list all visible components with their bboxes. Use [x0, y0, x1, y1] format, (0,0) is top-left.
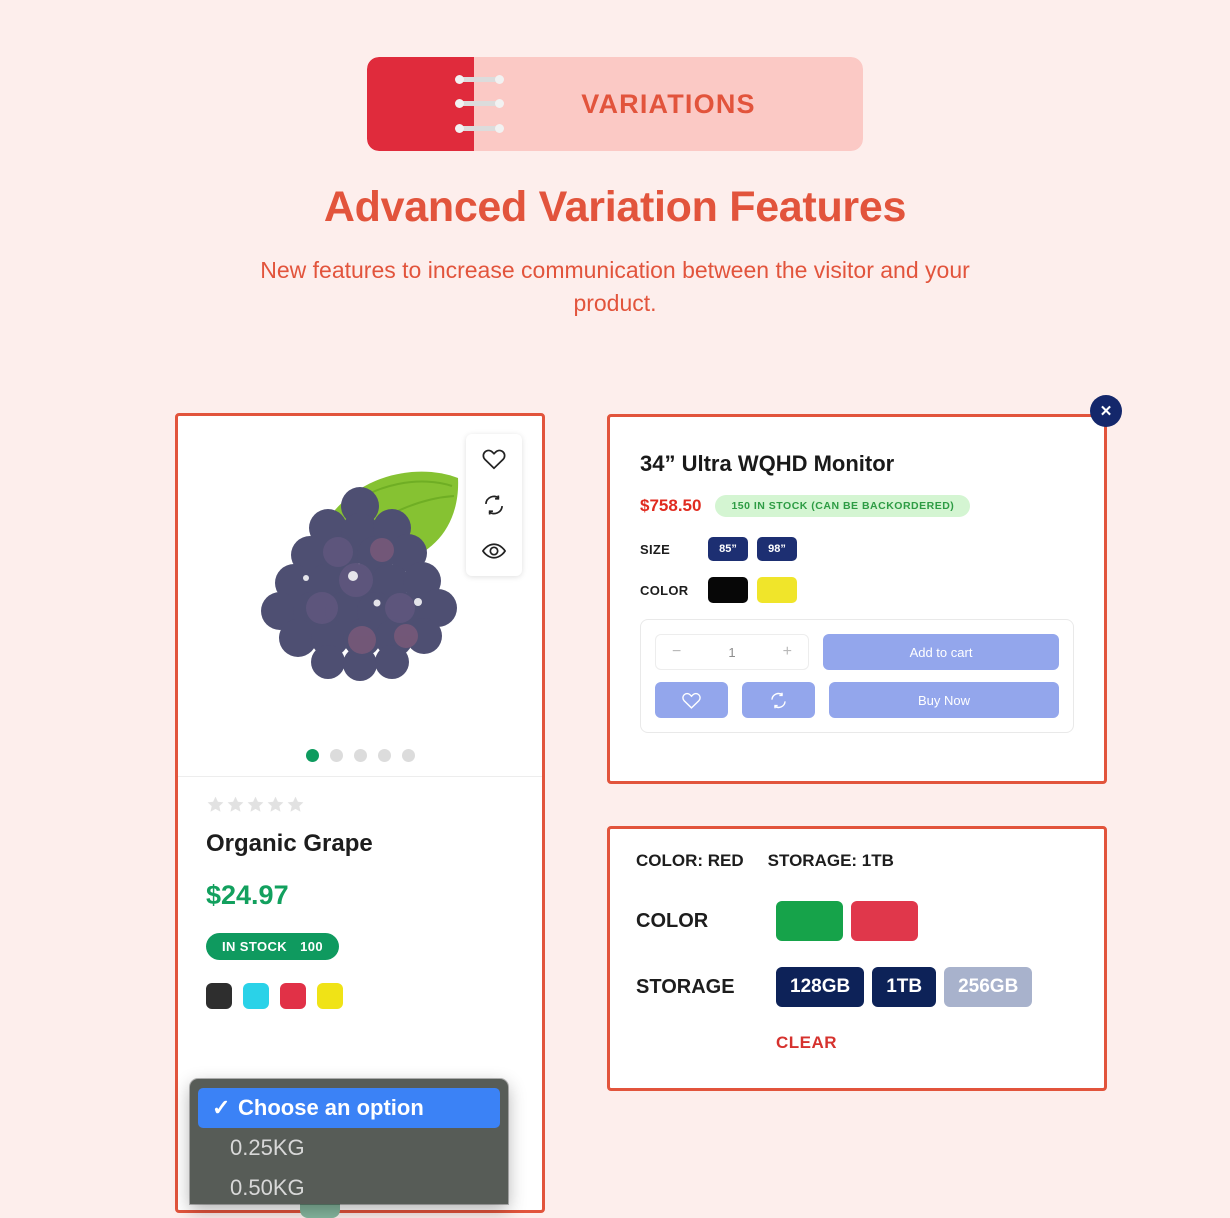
summary-color: COLOR: RED	[636, 851, 744, 870]
gallery-dot[interactable]	[305, 749, 319, 762]
monitor-stock-badge: 150 IN STOCK (CAN BE BACKORDERED)	[715, 495, 971, 517]
variation-summary: COLOR: RED STORAGE: 1TB	[636, 851, 1078, 871]
variation-color-options	[776, 901, 918, 941]
variation-swatch-card: COLOR: RED STORAGE: 1TB COLOR STORAGE 12…	[607, 826, 1107, 1091]
buy-now-button[interactable]: Buy Now	[829, 682, 1059, 718]
compare-icon	[771, 692, 786, 708]
color-options	[708, 577, 797, 603]
color-swatch-cyan[interactable]	[243, 983, 269, 1009]
variation-color-green[interactable]	[776, 901, 843, 941]
quantity-minus-button[interactable]: −	[672, 643, 681, 661]
dropdown-option-label: Choose an option	[238, 1095, 424, 1120]
page-subtitle: New features to increase communication b…	[260, 257, 970, 316]
dropdown-option-050kg[interactable]: 0.50KG	[190, 1168, 508, 1204]
cart-row-primary: − 1 + Add to cart	[655, 634, 1059, 670]
monitor-title: 34” Ultra WQHD Monitor	[640, 451, 895, 476]
variation-color-red[interactable]	[851, 901, 918, 941]
product-color-swatches	[206, 983, 514, 1009]
hero-section: VARIATIONS Advanced Variation Features N…	[0, 0, 1230, 319]
size-options: 85” 98”	[708, 537, 797, 561]
monitor-price: $758.50	[640, 496, 702, 515]
close-icon[interactable]: ✕	[1090, 395, 1122, 427]
product-gallery	[178, 416, 542, 777]
gallery-dots	[178, 749, 542, 762]
dropdown-option-label: 0.25KG	[230, 1135, 305, 1160]
clear-button[interactable]: CLEAR	[776, 1033, 1078, 1053]
variation-row-color: COLOR	[636, 901, 1078, 941]
heart-icon	[682, 692, 701, 709]
summary-storage: STORAGE: 1TB	[767, 851, 894, 870]
spiral-ring	[453, 99, 506, 108]
quantity-stepper[interactable]: − 1 +	[655, 634, 809, 670]
badge-body: VARIATIONS	[474, 57, 863, 151]
color-swatch-black[interactable]	[206, 983, 232, 1009]
size-option-85[interactable]: 85”	[708, 537, 748, 561]
gallery-dot[interactable]	[329, 749, 343, 762]
stock-count: 100	[300, 939, 323, 954]
quantity-value[interactable]: 1	[728, 645, 735, 660]
badge-spiral-rings	[453, 57, 513, 151]
storage-option-128gb[interactable]: 128GB	[776, 967, 865, 1007]
dropdown-option-choose[interactable]: ✓ Choose an option	[198, 1088, 500, 1128]
heart-icon[interactable]	[481, 446, 507, 472]
add-to-cart-button[interactable]: Add to cart	[823, 634, 1059, 670]
compare-icon[interactable]	[481, 492, 507, 518]
variation-label-storage: STORAGE	[636, 975, 735, 998]
star-icon	[207, 796, 224, 812]
eye-icon[interactable]	[481, 538, 507, 564]
check-icon: ✓	[212, 1095, 231, 1120]
product-info: Organic Grape $24.97 IN STOCK 100	[178, 777, 542, 1009]
star-icon	[267, 796, 284, 812]
stock-badge: IN STOCK 100	[206, 933, 339, 960]
product-price: $24.97	[206, 880, 289, 910]
gallery-dot[interactable]	[401, 749, 415, 762]
star-icon	[247, 796, 264, 812]
color-swatch-red[interactable]	[280, 983, 306, 1009]
variation-label-color: COLOR	[636, 909, 709, 932]
storage-option-1tb[interactable]: 1TB	[872, 967, 937, 1007]
storage-option-256gb[interactable]: 256GB	[944, 967, 1033, 1007]
wishlist-button[interactable]	[655, 682, 728, 718]
rating-stars	[206, 795, 514, 814]
spiral-ring	[453, 75, 506, 84]
monitor-product-card: ✕ 34” Ultra WQHD Monitor $758.50 150 IN …	[607, 395, 1122, 784]
attribute-label-color: COLOR	[640, 582, 689, 598]
star-icon	[287, 796, 304, 812]
weight-select-dropdown[interactable]: ✓ Choose an option 0.25KG 0.50KG	[190, 1079, 508, 1204]
color-option-black[interactable]	[708, 577, 748, 603]
star-icon	[227, 796, 244, 812]
spiral-ring	[453, 124, 506, 133]
cart-row-secondary: Buy Now	[655, 682, 1059, 718]
gallery-dot[interactable]	[353, 749, 367, 762]
color-option-yellow[interactable]	[757, 577, 797, 603]
monitor-size-row: SIZE 85” 98”	[640, 537, 1074, 561]
stock-label: IN STOCK	[222, 939, 288, 954]
grape-illustration	[210, 440, 510, 710]
variation-row-storage: STORAGE 128GB 1TB 256GB	[636, 967, 1078, 1007]
monitor-price-row: $758.50 150 IN STOCK (CAN BE BACKORDERED…	[640, 495, 1074, 517]
badge-label: VARIATIONS	[581, 88, 756, 119]
compare-button[interactable]	[742, 682, 815, 718]
dropdown-option-025kg[interactable]: 0.25KG	[190, 1128, 508, 1168]
size-option-98[interactable]: 98”	[757, 537, 797, 561]
color-swatch-yellow[interactable]	[317, 983, 343, 1009]
product-name: Organic Grape	[206, 830, 373, 857]
dropdown-option-label: 0.50KG	[230, 1175, 305, 1200]
page-title: Advanced Variation Features	[323, 183, 907, 231]
gallery-dot[interactable]	[377, 749, 391, 762]
attribute-label-size: SIZE	[640, 541, 671, 557]
variation-storage-options: 128GB 1TB 256GB	[776, 967, 1033, 1007]
product-action-rail	[466, 434, 522, 576]
monitor-color-row: COLOR	[640, 577, 1074, 603]
variations-badge: VARIATIONS	[367, 57, 863, 151]
monitor-cart-box: − 1 + Add to cart Buy Now	[640, 619, 1074, 733]
quantity-plus-button[interactable]: +	[783, 643, 792, 661]
